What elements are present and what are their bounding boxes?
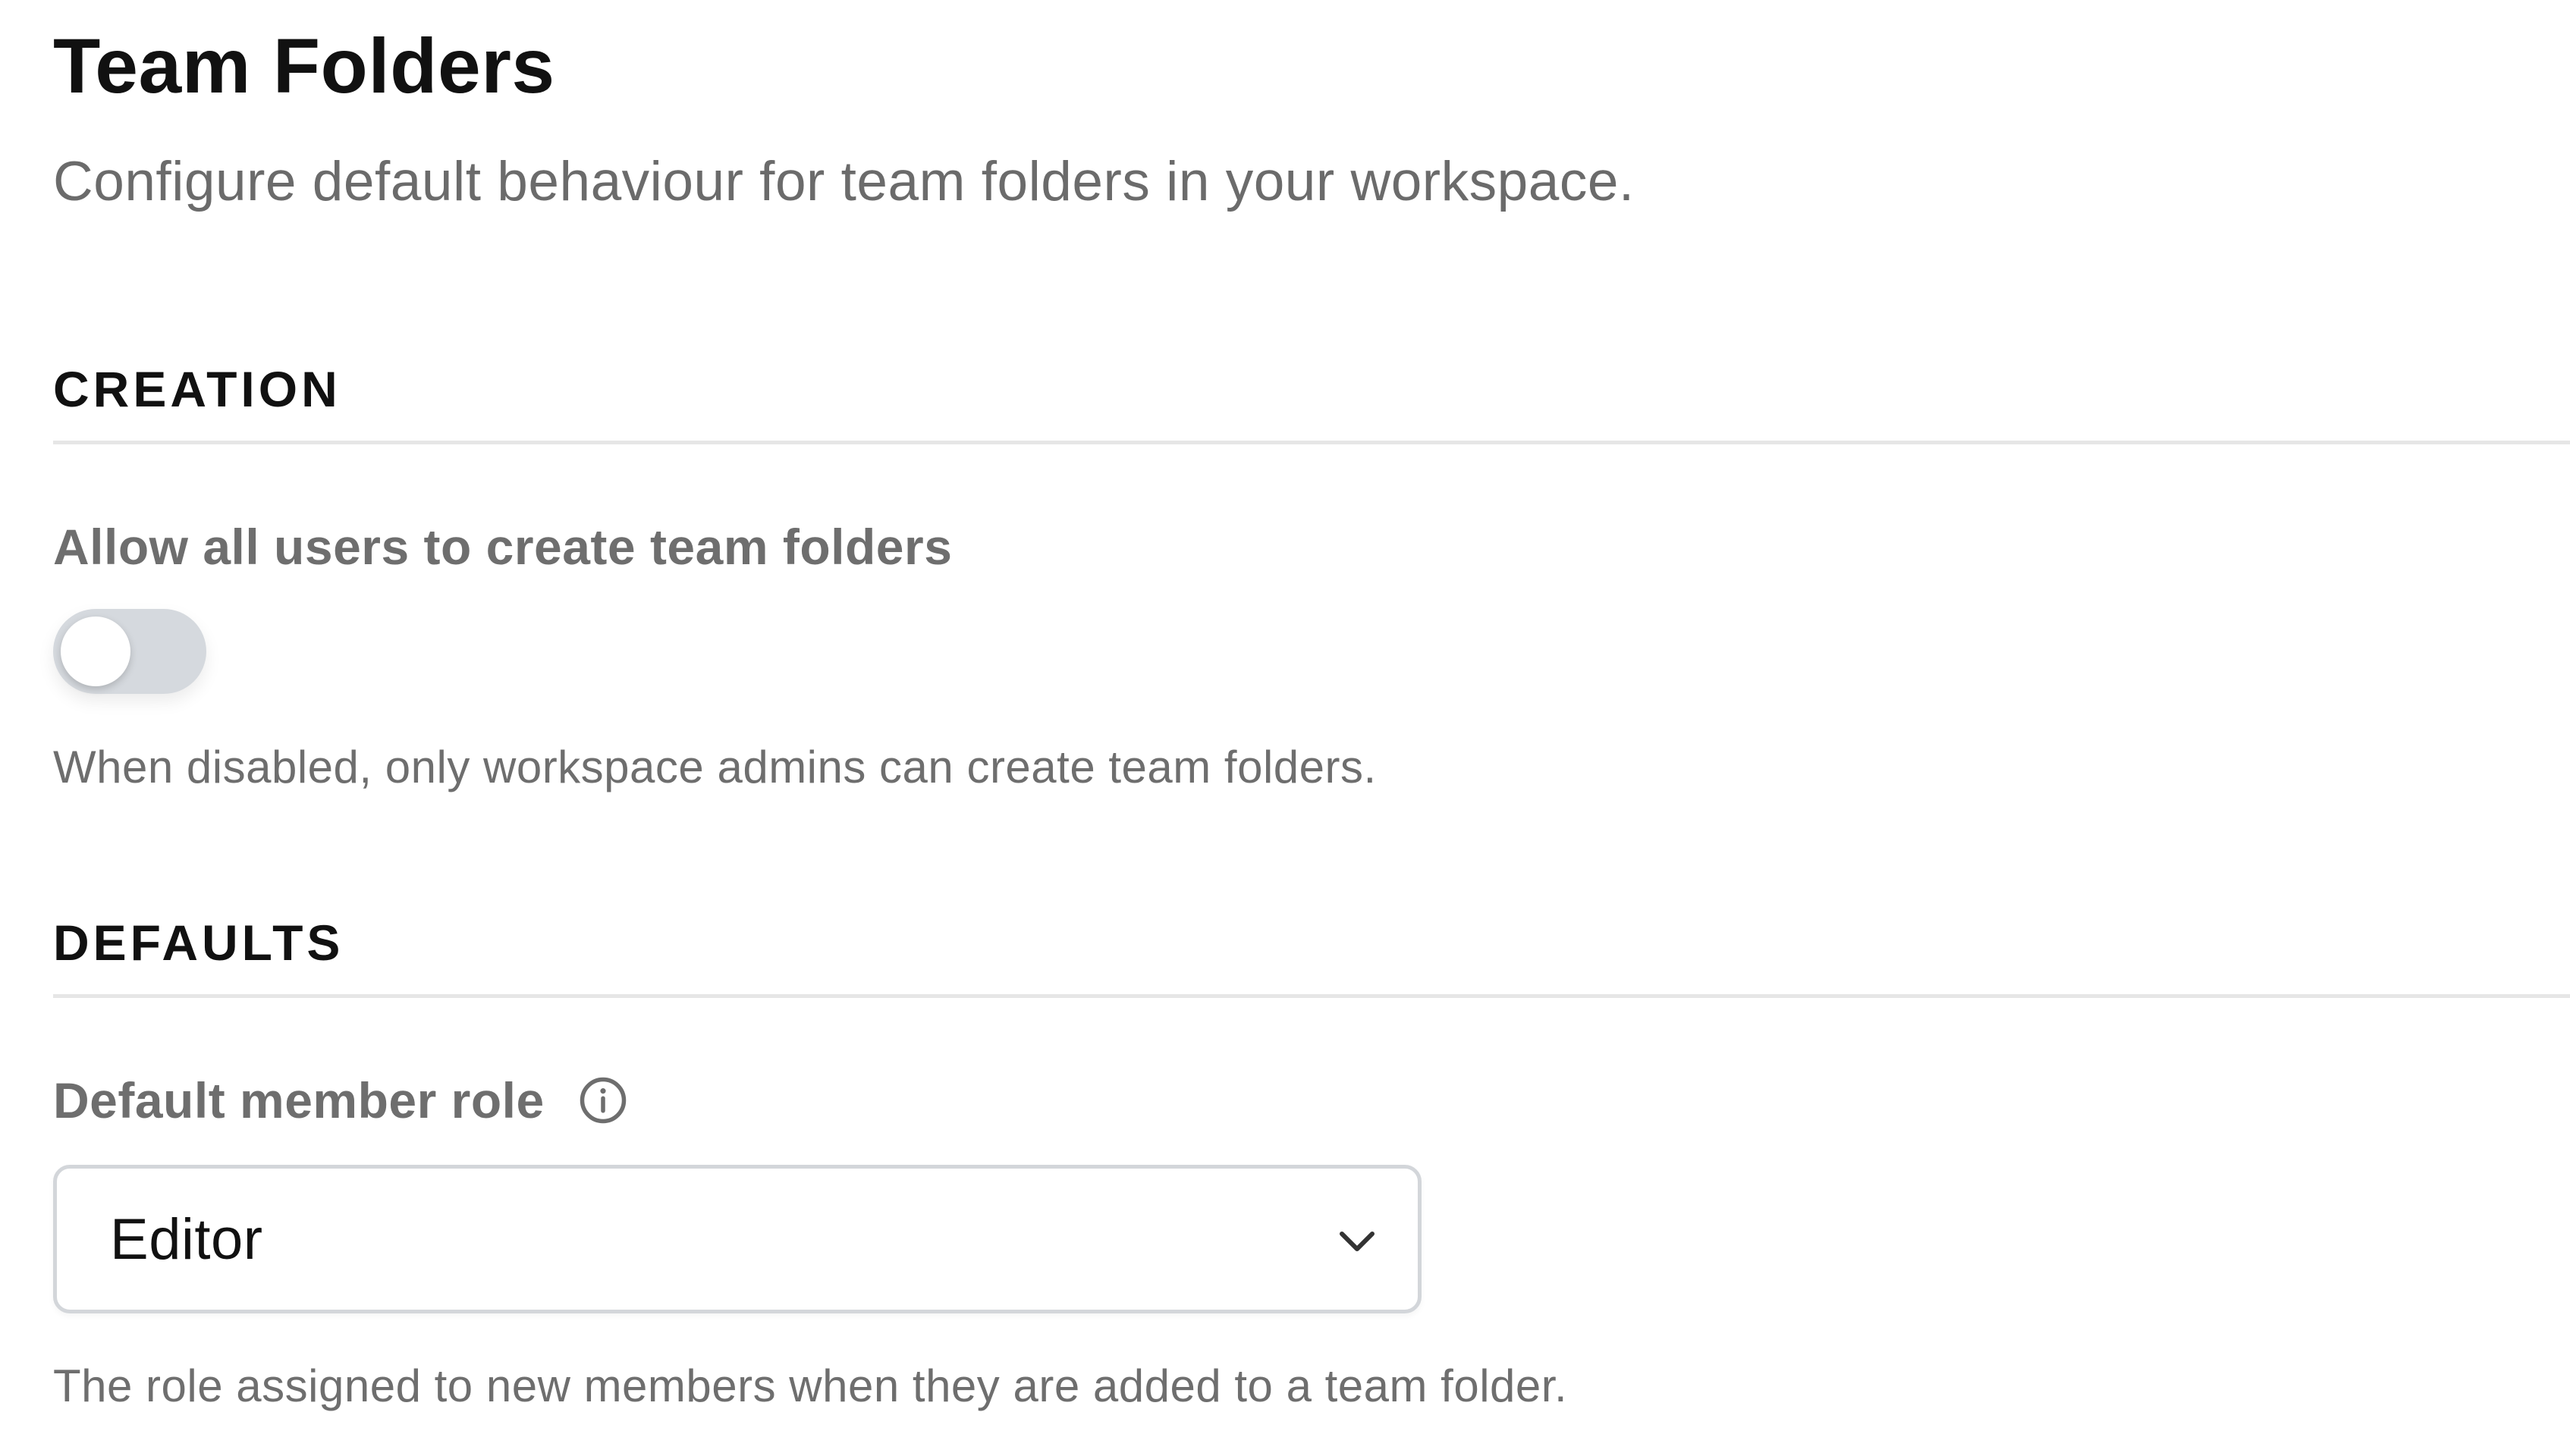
page-subtitle: Configure default behaviour for team fol… (53, 151, 1635, 212)
info-circle-icon[interactable] (578, 1075, 628, 1125)
default-member-role-select[interactable]: Editor (53, 1165, 1422, 1313)
page-title: Team Folders (53, 23, 555, 109)
chevron-down-icon (1340, 1232, 1375, 1251)
default-member-role-value: Editor (110, 1207, 263, 1272)
allow-create-label: Allow all users to create team folders (53, 519, 953, 575)
section-heading-defaults: DEFAULTS (53, 915, 344, 971)
team-folders-settings-page: Team Folders Configure default behaviour… (0, 0, 2570, 1456)
section-divider-defaults (53, 994, 2570, 998)
default-member-role-label: Default member role (53, 1072, 545, 1128)
allow-create-toggle[interactable] (53, 609, 206, 694)
section-heading-creation: CREATION (53, 361, 341, 417)
default-member-role-help-text: The role assigned to new members when th… (53, 1360, 1568, 1411)
toggle-knob (61, 617, 130, 686)
allow-create-help-text: When disabled, only workspace admins can… (53, 742, 1377, 792)
section-divider-creation (53, 441, 2570, 444)
